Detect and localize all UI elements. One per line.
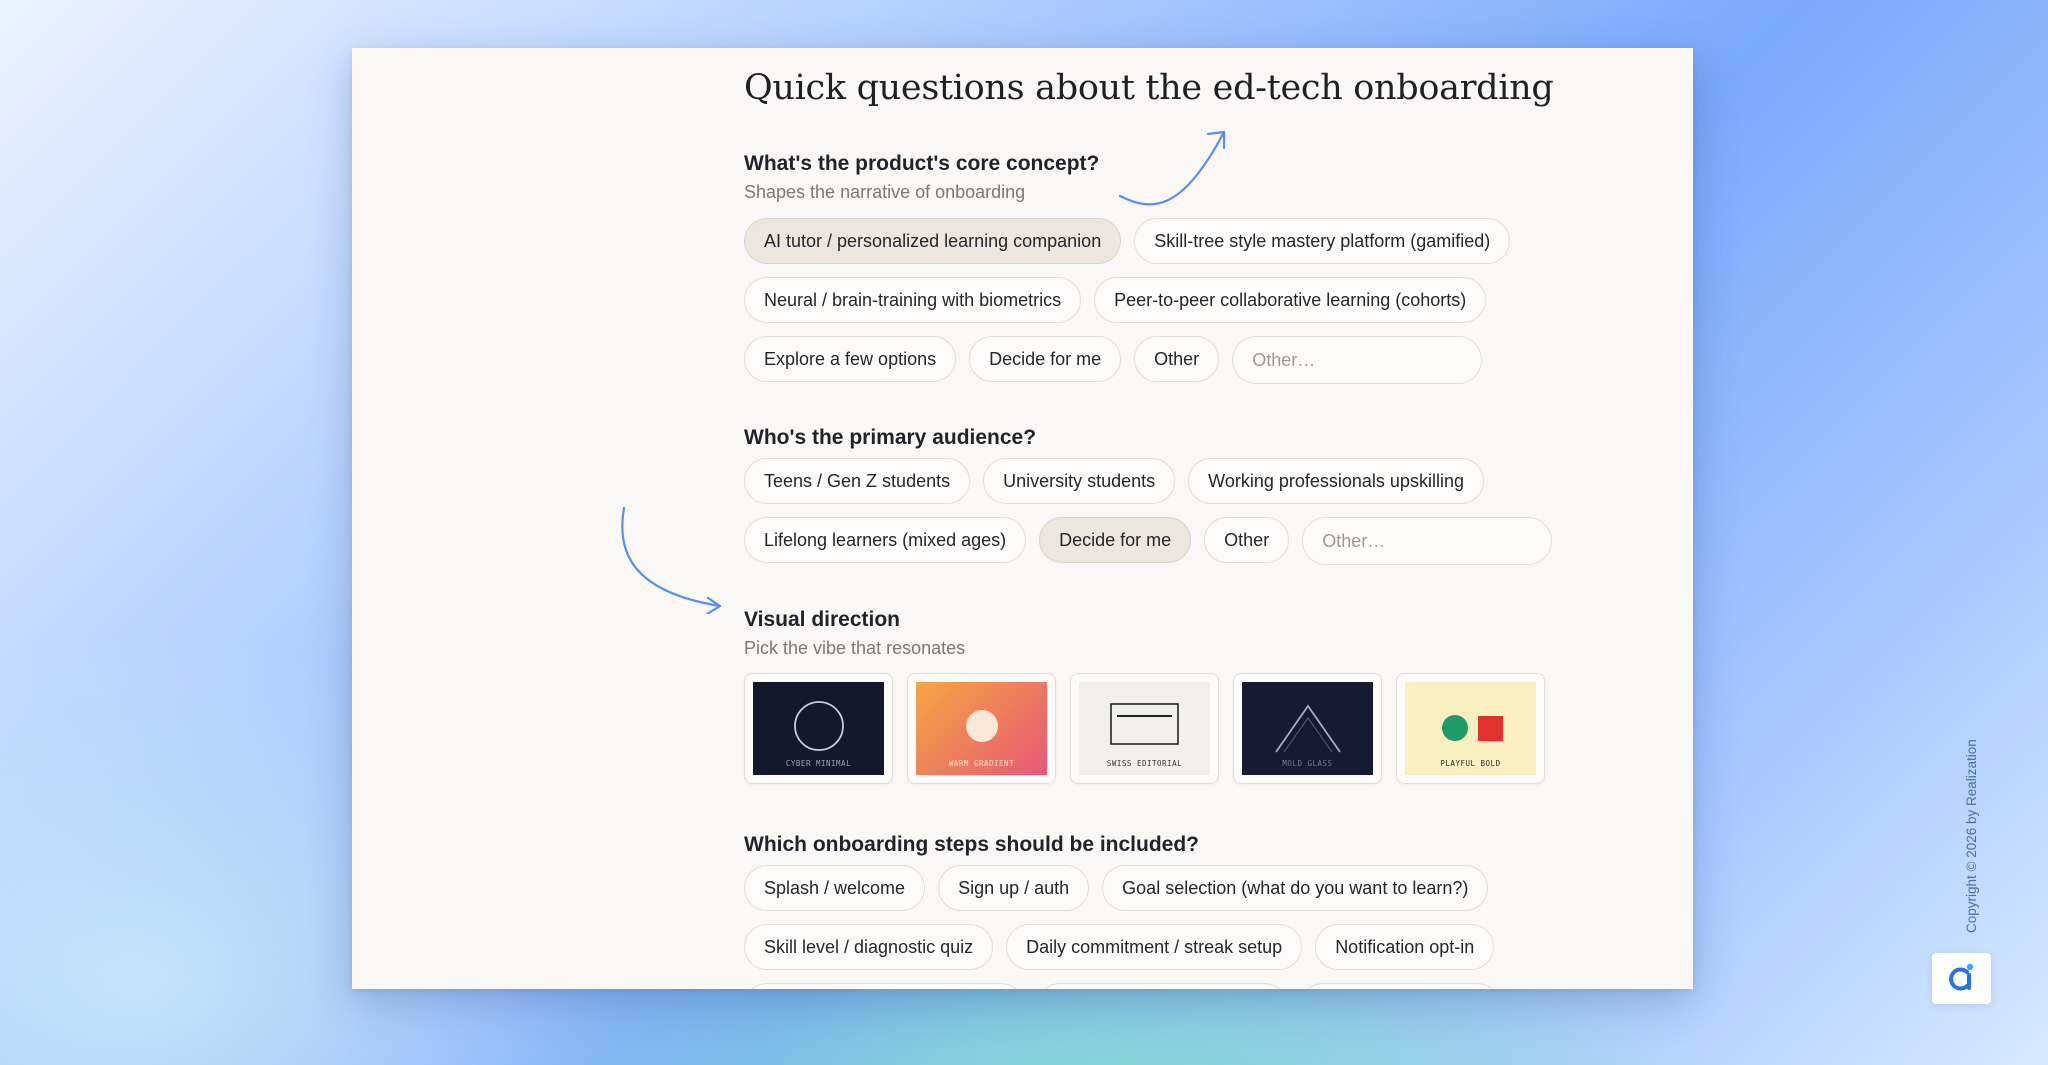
option-cut-off[interactable]: [1037, 983, 1287, 989]
concept-options: AI tutor / personalized learning compani…: [744, 218, 1604, 384]
option-notification-opt-in[interactable]: Notification opt-in: [1315, 924, 1495, 970]
option-teens-gen-z[interactable]: Teens / Gen Z students: [744, 458, 971, 504]
style-label: MOLD GLASS: [1282, 759, 1333, 768]
question-subtitle: Shapes the narrative of onboarding: [744, 182, 1026, 202]
option-goal-selection[interactable]: Goal selection (what do you want to lear…: [1102, 865, 1489, 911]
option-decide-for-me[interactable]: Decide for me: [969, 336, 1122, 382]
option-other[interactable]: Other: [1204, 517, 1290, 563]
question-core-concept: What's the product's core concept? Shape…: [744, 152, 1644, 384]
question-title: What's the product's core concept?: [744, 152, 1100, 175]
style-thumbnail: MOLD GLASS: [1242, 682, 1373, 775]
style-tile-mold-glass[interactable]: MOLD GLASS: [1233, 673, 1382, 784]
option-cut-off[interactable]: [1300, 983, 1500, 989]
option-skill-level-quiz[interactable]: Skill level / diagnostic quiz: [744, 924, 994, 970]
other-text-input[interactable]: [1232, 336, 1483, 384]
question-title: Visual direction: [744, 608, 900, 631]
option-explore-options[interactable]: Explore a few options: [744, 336, 957, 382]
option-skill-tree[interactable]: Skill-tree style mastery platform (gamif…: [1134, 218, 1511, 264]
realization-logo-icon: [1949, 963, 1974, 991]
style-thumbnail: CYBER MINIMAL: [753, 682, 884, 775]
style-thumbnail: PLAYFUL BOLD: [1405, 682, 1536, 775]
option-cut-off[interactable]: [744, 983, 1024, 989]
option-peer-to-peer[interactable]: Peer-to-peer collaborative learning (coh…: [1094, 277, 1487, 323]
option-daily-commitment[interactable]: Daily commitment / streak setup: [1006, 924, 1303, 970]
onboarding-questions-window: Quick questions about the ed-tech onboar…: [352, 48, 1693, 989]
audience-options: Teens / Gen Z students University studen…: [744, 458, 1604, 565]
style-label: WARM GRADIENT: [948, 759, 1015, 768]
style-tile-cyber-minimal[interactable]: CYBER MINIMAL: [744, 673, 893, 784]
style-label: SWISS EDITORIAL: [1106, 759, 1183, 768]
curved-arrow-left-icon: [621, 506, 722, 614]
option-neural-brain-training[interactable]: Neural / brain-training with biometrics: [744, 277, 1082, 323]
option-splash-welcome[interactable]: Splash / welcome: [744, 865, 926, 911]
style-tile-playful-bold[interactable]: PLAYFUL BOLD: [1396, 673, 1545, 784]
style-tiles: CYBER MINIMAL WARM GRADIENT SWISS EDITOR…: [744, 673, 1644, 784]
option-decide-for-me[interactable]: Decide for me: [1039, 517, 1192, 563]
style-tile-swiss-editorial[interactable]: SWISS EDITORIAL: [1070, 673, 1219, 784]
other-text-input[interactable]: [1302, 517, 1553, 565]
style-tile-warm-gradient[interactable]: WARM GRADIENT: [907, 673, 1056, 784]
style-thumbnail: WARM GRADIENT: [916, 682, 1047, 775]
copyright-text: Copyright © 2026 by Realization: [1964, 739, 1979, 933]
option-university-students[interactable]: University students: [983, 458, 1176, 504]
option-working-professionals[interactable]: Working professionals upskilling: [1188, 458, 1484, 504]
option-ai-tutor[interactable]: AI tutor / personalized learning compani…: [744, 218, 1122, 264]
question-title: Which onboarding steps should be include…: [744, 833, 1199, 856]
option-lifelong-learners[interactable]: Lifelong learners (mixed ages): [744, 517, 1027, 563]
style-label: CYBER MINIMAL: [785, 759, 852, 768]
option-other[interactable]: Other: [1134, 336, 1220, 382]
question-subtitle: Pick the vibe that resonates: [744, 638, 966, 658]
style-label: PLAYFUL BOLD: [1440, 759, 1501, 768]
realization-logo: [1932, 953, 1991, 1004]
style-thumbnail: SWISS EDITORIAL: [1079, 682, 1210, 775]
steps-options: Splash / welcome Sign up / auth Goal sel…: [744, 865, 1604, 989]
question-audience: Who's the primary audience? Teens / Gen …: [744, 426, 1644, 565]
question-visual-direction: Visual direction Pick the vibe that reso…: [744, 608, 1644, 784]
question-onboarding-steps: Which onboarding steps should be include…: [744, 833, 1644, 989]
question-title: Who's the primary audience?: [744, 426, 1037, 449]
page-title: Quick questions about the ed-tech onboar…: [744, 68, 1554, 108]
option-sign-up-auth[interactable]: Sign up / auth: [938, 865, 1090, 911]
